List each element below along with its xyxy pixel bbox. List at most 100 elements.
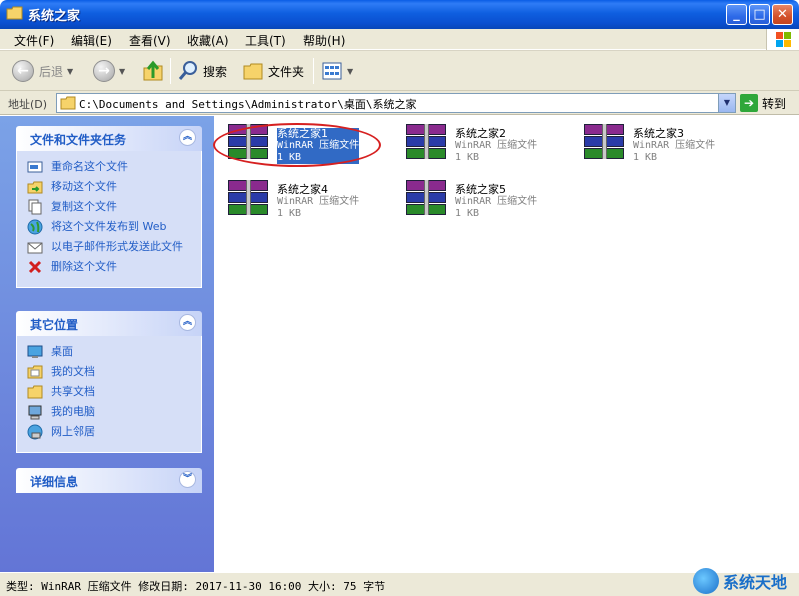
menu-file[interactable]: 文件(F) (14, 32, 54, 49)
place-network[interactable]: 网上邻居 (27, 424, 201, 440)
folders-button[interactable]: 文件夹 (242, 58, 304, 84)
place-my-computer[interactable]: 我的电脑 (27, 404, 201, 420)
other-places-header[interactable]: 其它位置 ︽ (16, 311, 202, 336)
place-desktop-label: 桌面 (51, 345, 73, 358)
collapse-icon[interactable]: ︽ (179, 314, 196, 331)
place-network-label: 网上邻居 (51, 425, 95, 438)
details-panel: 详细信息 ︾ (16, 468, 202, 493)
file-type: WinRAR 压缩文件 (633, 140, 716, 151)
task-email-label: 以电子邮件形式发送此文件 (51, 240, 183, 253)
task-move-label: 移动这个文件 (51, 180, 117, 193)
views-button[interactable]: ▼ (321, 58, 353, 84)
close-button[interactable]: ✕ (772, 4, 793, 25)
status-text: 类型: WinRAR 压缩文件 修改日期: 2017-11-30 16:00 大… (6, 580, 386, 593)
file-list[interactable]: 系统之家1 WinRAR 压缩文件 1 KB 系统之家2 WinRAR 压缩文件… (213, 116, 799, 572)
go-button[interactable]: ➔ 转到 (740, 94, 786, 112)
task-copy-label: 复制这个文件 (51, 200, 117, 213)
highlight-circle (213, 123, 381, 167)
task-rename[interactable]: 重命名这个文件 (27, 159, 201, 175)
copy-icon (28, 199, 42, 215)
place-my-computer-label: 我的电脑 (51, 405, 95, 418)
menu-help[interactable]: 帮助(H) (303, 32, 345, 49)
address-dropdown-button[interactable]: ▼ (718, 94, 735, 112)
file-item[interactable]: 系统之家5 WinRAR 压缩文件 1 KB (398, 178, 568, 224)
folders-icon (243, 63, 263, 80)
up-folder-button[interactable] (142, 58, 164, 84)
title-bar[interactable]: 系统之家 _ □ ✕ (0, 0, 799, 29)
email-icon (27, 242, 43, 254)
place-shared-documents[interactable]: 共享文档 (27, 384, 201, 400)
place-my-documents[interactable]: 我的文档 (27, 364, 201, 380)
file-type: WinRAR 压缩文件 (455, 196, 538, 207)
expand-icon[interactable]: ︾ (179, 471, 196, 488)
file-size: 1 KB (455, 152, 480, 163)
back-label: 后退 (39, 64, 64, 79)
details-header[interactable]: 详细信息 ︾ (16, 468, 202, 493)
search-label: 搜索 (203, 64, 228, 79)
forward-button[interactable]: → ▼ (93, 58, 125, 84)
task-delete[interactable]: 删除这个文件 (27, 259, 201, 275)
search-icon (178, 61, 197, 80)
task-copy[interactable]: 复制这个文件 (27, 199, 201, 215)
task-rename-label: 重命名这个文件 (51, 160, 128, 173)
go-arrow-icon: ➔ (740, 94, 758, 112)
menu-view[interactable]: 查看(V) (129, 32, 171, 49)
folder-icon (60, 96, 76, 110)
address-label: 地址(D) (8, 98, 48, 111)
chevron-down-icon: ▼ (119, 66, 126, 76)
file-tasks-panel: 文件和文件夹任务 ︽ 重命名这个文件 移动这个文件 复制这个文件 将这个文件发布… (16, 126, 202, 288)
file-item[interactable]: 系统之家1 WinRAR 压缩文件 1 KB (213, 122, 390, 168)
file-item[interactable]: 系统之家3 WinRAR 压缩文件 1 KB (576, 122, 746, 168)
status-bar: 类型: WinRAR 压缩文件 修改日期: 2017-11-30 16:00 大… (0, 572, 799, 596)
file-name: 系统之家2 (455, 127, 506, 140)
other-places-title: 其它位置 (30, 318, 79, 332)
winrar-archive-icon (406, 124, 446, 160)
task-publish-web[interactable]: 将这个文件发布到 Web (27, 219, 201, 235)
delete-icon (28, 260, 42, 274)
maximize-button[interactable]: □ (749, 4, 770, 25)
minimize-button[interactable]: _ (726, 4, 747, 25)
address-input[interactable]: C:\Documents and Settings\Administrator\… (56, 93, 736, 113)
file-name: 系统之家5 (455, 183, 506, 196)
file-name: 系统之家4 (277, 183, 328, 196)
task-move[interactable]: 移动这个文件 (27, 179, 201, 195)
place-shared-documents-label: 共享文档 (51, 385, 95, 398)
rename-icon (27, 161, 43, 173)
file-name: 系统之家3 (633, 127, 684, 140)
file-type: WinRAR 压缩文件 (277, 196, 360, 207)
toolbar: ← 后退 ▼ → ▼ 搜索 文件夹 ▼ (0, 50, 799, 91)
go-label: 转到 (762, 96, 787, 111)
windows-logo-icon (766, 29, 799, 50)
menu-bar: 文件(F) 编辑(E) 查看(V) 收藏(A) 工具(T) 帮助(H) (0, 29, 799, 50)
forward-arrow-icon: → (93, 60, 115, 82)
file-item[interactable]: 系统之家2 WinRAR 压缩文件 1 KB (398, 122, 568, 168)
folder-icon (6, 6, 23, 20)
menu-favorites[interactable]: 收藏(A) (187, 32, 229, 49)
menu-edit[interactable]: 编辑(E) (71, 32, 112, 49)
globe-icon (27, 219, 43, 235)
winrar-archive-icon (584, 124, 624, 160)
file-tasks-header[interactable]: 文件和文件夹任务 ︽ (16, 126, 202, 151)
file-item[interactable]: 系统之家4 WinRAR 压缩文件 1 KB (220, 178, 390, 224)
watermark-logo: 系统天地 (693, 566, 799, 596)
place-my-documents-label: 我的文档 (51, 365, 95, 378)
file-size: 1 KB (633, 152, 658, 163)
window-title: 系统之家 (28, 9, 81, 24)
desktop-icon (27, 345, 43, 358)
move-icon (27, 181, 43, 194)
task-pane: 文件和文件夹任务 ︽ 重命名这个文件 移动这个文件 复制这个文件 将这个文件发布… (0, 116, 214, 572)
winrar-archive-icon (406, 180, 446, 216)
task-email[interactable]: 以电子邮件形式发送此文件 (27, 239, 201, 255)
file-size: 1 KB (455, 208, 480, 219)
place-desktop[interactable]: 桌面 (27, 344, 201, 360)
file-type: WinRAR 压缩文件 (455, 140, 538, 151)
shared-folder-icon (27, 385, 43, 399)
menu-tools[interactable]: 工具(T) (245, 32, 286, 49)
network-icon (27, 424, 43, 440)
details-title: 详细信息 (30, 475, 79, 489)
back-button[interactable]: ← 后退 ▼ (12, 58, 73, 84)
collapse-icon[interactable]: ︽ (179, 129, 196, 146)
chevron-down-icon: ▼ (67, 66, 74, 76)
watermark-icon (693, 568, 719, 594)
search-button[interactable]: 搜索 (177, 58, 227, 84)
